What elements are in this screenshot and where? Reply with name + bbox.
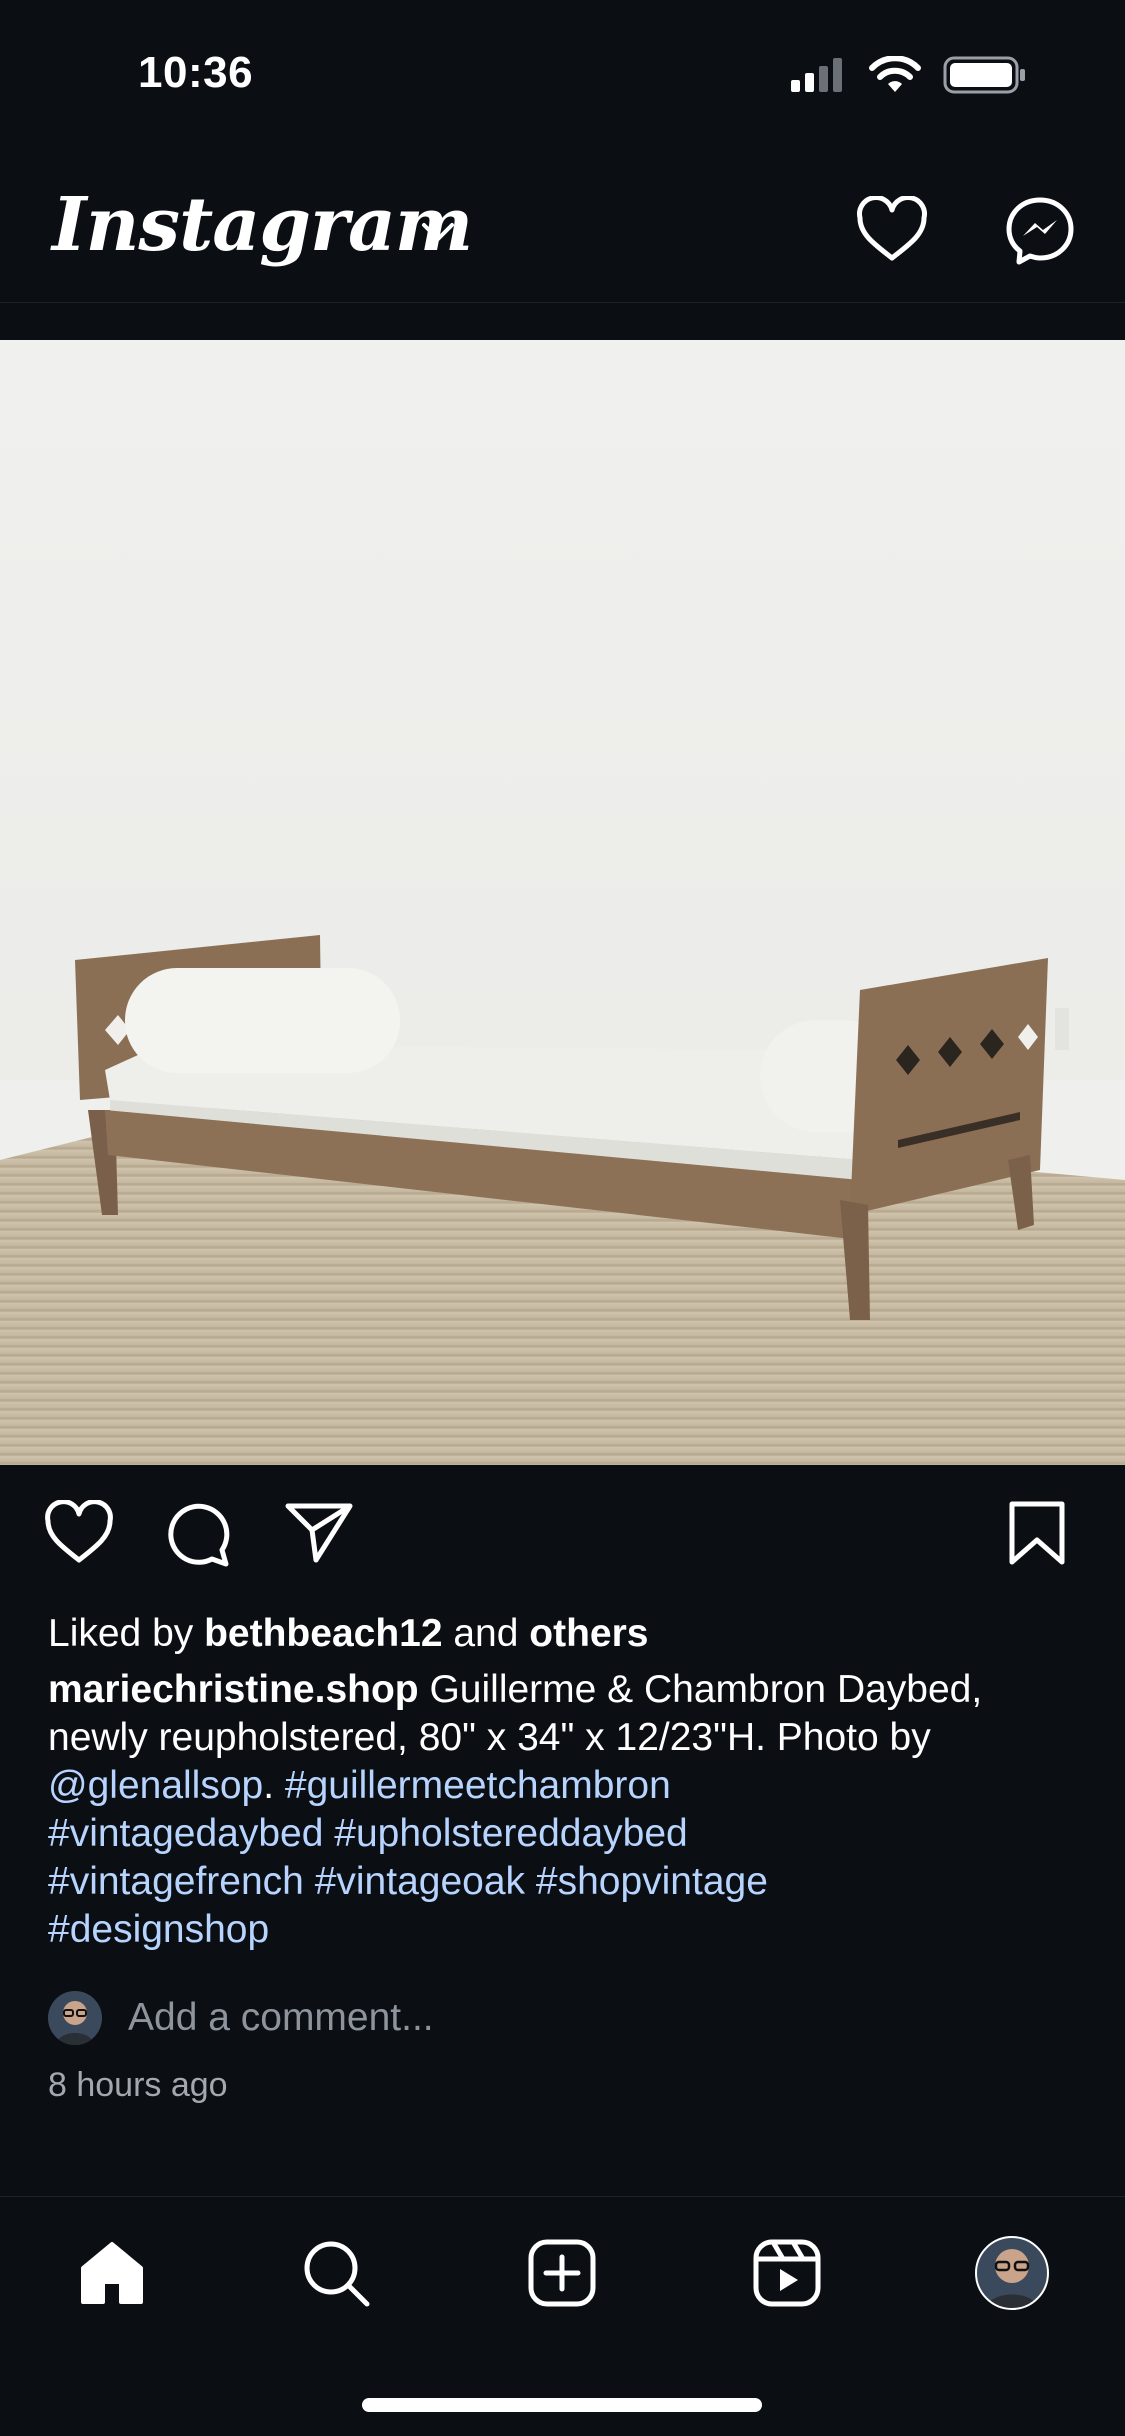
app-header: Instagram: [0, 160, 1125, 302]
comment-input[interactable]: [128, 1996, 728, 2040]
profile-avatar: [975, 2236, 1049, 2310]
post-caption: mariechristine.shop Guillerme & Chambron…: [48, 1666, 1088, 1954]
chevron-down-icon[interactable]: [420, 220, 456, 244]
heart-icon[interactable]: [856, 196, 928, 262]
like-icon[interactable]: [44, 1500, 114, 1564]
tab-search[interactable]: [296, 2233, 376, 2313]
home-indicator: [362, 2398, 762, 2412]
comment-icon[interactable]: [164, 1500, 232, 1568]
daybed-photo: [0, 340, 1125, 1465]
caption-after-mention: .: [263, 1764, 285, 1807]
create-icon: [528, 2239, 596, 2307]
tab-profile[interactable]: [972, 2233, 1052, 2313]
likes-summary: Liked by bethbeach12 and others: [48, 1610, 648, 1658]
caption-mention[interactable]: @glenallsop: [48, 1764, 263, 1807]
status-icons: [791, 56, 1027, 94]
caption-username[interactable]: mariechristine.shop: [48, 1668, 419, 1711]
post-image[interactable]: [0, 340, 1125, 1465]
caption-text-line2: newly reupholstered, 80" x 34" x 12/23"H…: [48, 1716, 931, 1759]
instagram-logo[interactable]: Instagram: [52, 182, 473, 268]
hashtag[interactable]: #vintageoak: [315, 1860, 525, 1903]
share-icon[interactable]: [284, 1500, 354, 1564]
search-icon: [304, 2241, 370, 2307]
bookmark-icon[interactable]: [1008, 1500, 1066, 1566]
battery-icon: [943, 56, 1025, 94]
header-divider: [0, 302, 1125, 303]
hashtag[interactable]: #shopvintage: [536, 1860, 768, 1903]
tab-bar: [0, 2197, 1125, 2357]
hashtag[interactable]: #upholstereddaybed: [334, 1812, 687, 1855]
hashtag[interactable]: #guillermeetchambron: [285, 1764, 671, 1807]
messenger-icon[interactable]: [1005, 196, 1075, 266]
status-time: 10:36: [138, 48, 254, 97]
home-icon: [81, 2242, 143, 2304]
hashtag[interactable]: #designshop: [48, 1908, 269, 1951]
likes-prefix: Liked by: [48, 1612, 205, 1655]
hashtag[interactable]: #vintagefrench: [48, 1860, 304, 1903]
reels-icon: [753, 2239, 821, 2307]
wifi-icon: [869, 56, 921, 92]
likes-middle: and: [442, 1612, 530, 1655]
caption-text-line1: Guillerme & Chambron Daybed,: [418, 1668, 983, 1711]
post-actions: [0, 1500, 1125, 1580]
tab-create[interactable]: [522, 2233, 602, 2313]
tab-home[interactable]: [72, 2233, 152, 2313]
tab-reels[interactable]: [747, 2233, 827, 2313]
cellular-signal-icon: [791, 58, 842, 92]
add-comment-row: [48, 1990, 728, 2046]
hashtag[interactable]: #vintagedaybed: [48, 1812, 323, 1855]
status-bar: 10:36: [0, 0, 1125, 150]
avatar: [48, 1991, 102, 2045]
liked-by-user[interactable]: bethbeach12: [204, 1612, 442, 1655]
liked-by-others[interactable]: others: [529, 1612, 648, 1655]
post-timestamp: 8 hours ago: [48, 2066, 228, 2104]
